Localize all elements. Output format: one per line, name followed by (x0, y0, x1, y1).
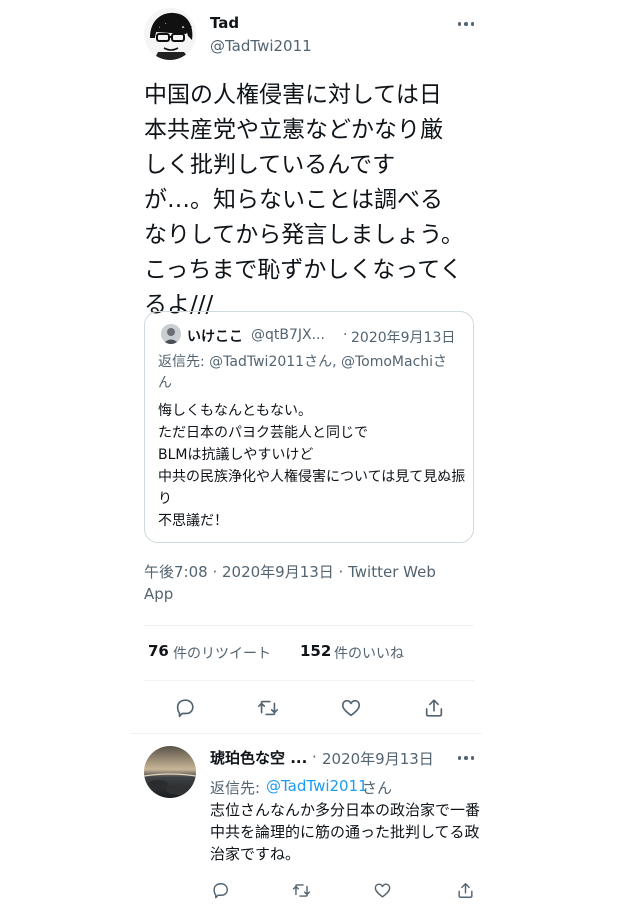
share-icon[interactable] (451, 876, 479, 904)
reply-date[interactable]: 2020年9月13日 (322, 748, 434, 769)
divider (144, 625, 474, 626)
quoted-tweet-card[interactable]: いけここ @qtB7JX... · 2020年9月13日 返信先: @TadTw… (144, 311, 474, 543)
reply-author-name[interactable]: 琥珀色な空 ... (210, 747, 307, 768)
retweet-label[interactable]: 件のリツイート (173, 643, 271, 663)
tweet-text: 中国の人権侵害に対しては日本共産党や立憲などかなり厳しく批判しているんですが…。… (144, 82, 464, 318)
quoted-author-avatar (161, 324, 181, 344)
retweet-icon[interactable] (287, 876, 315, 904)
more-icon[interactable] (454, 750, 478, 766)
tweet-timestamp[interactable]: 午後7:08 · 2020年9月13日 · Twitter Web App (144, 561, 464, 605)
reply-tweet-text: 志位さんなんか多分日本の政治家で一番中共を論理的に筋の通った批判してる政治家です… (210, 801, 481, 863)
quoted-author-name: いけここ (187, 329, 243, 345)
quoted-author-handle: @qtB7JX... (251, 327, 325, 343)
reply-to-handle-link[interactable]: @TadTwi2011 (266, 777, 368, 795)
like-icon[interactable] (337, 694, 365, 722)
author-handle[interactable]: @TadTwi2011 (210, 37, 312, 55)
quoted-separator: · (343, 327, 348, 343)
like-icon[interactable] (368, 876, 396, 904)
reply-avatar-photo (144, 746, 196, 798)
like-label[interactable]: 件のいいね (334, 643, 404, 663)
reply-to-label: 返信先: (210, 779, 261, 797)
reply-icon[interactable] (171, 694, 199, 722)
author-avatar[interactable] (144, 8, 196, 60)
more-icon[interactable] (454, 16, 478, 32)
reply-separator: · (312, 748, 317, 766)
reply-author-avatar[interactable] (144, 746, 196, 798)
reply-icon[interactable] (206, 876, 234, 904)
quoted-tweet-text: 悔しくもなんともない。 ただ日本のパヨク芸能人と同じで BLMは抗議しやすいけど… (158, 403, 466, 529)
share-icon[interactable] (420, 694, 448, 722)
author-name[interactable]: Tad (210, 14, 239, 32)
quoted-avatar-illustration (161, 324, 181, 344)
avatar-illustration (144, 8, 196, 60)
quoted-reply-to: 返信先: @TadTwi2011さん, @TomoMachiさん (158, 354, 448, 391)
like-count[interactable]: 152 (300, 642, 331, 660)
reply-to-suffix: さん (362, 779, 393, 797)
divider (144, 680, 474, 681)
divider (130, 733, 482, 734)
retweet-icon[interactable] (254, 694, 282, 722)
retweet-count[interactable]: 76 (148, 642, 169, 660)
quoted-date: 2020年9月13日 (351, 330, 456, 346)
